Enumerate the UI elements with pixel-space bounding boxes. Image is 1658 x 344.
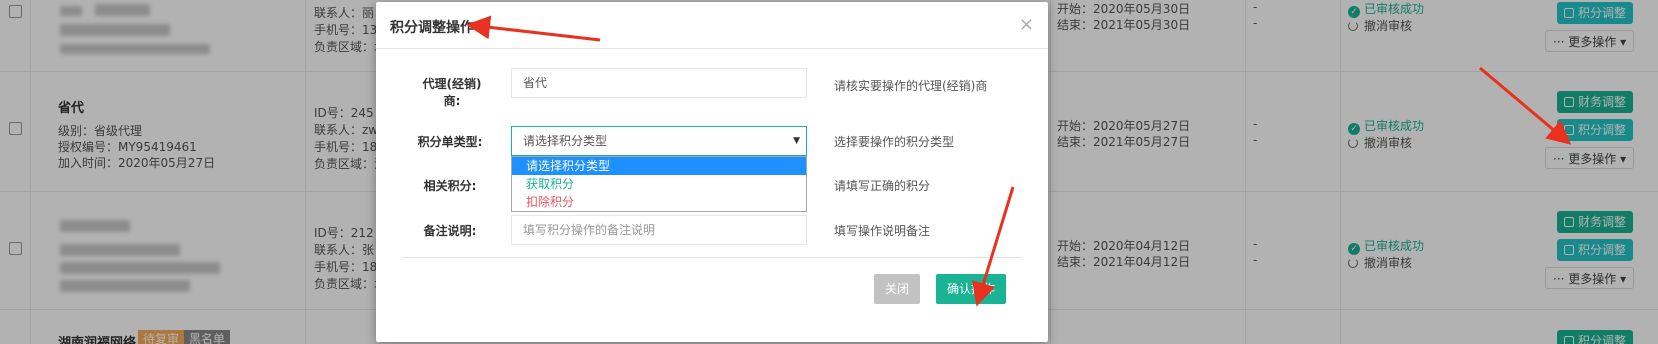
- type-help: 选择要操作的积分类型: [834, 135, 955, 149]
- points-adjust-modal: 积分调整操作 × 代理(经销)商: 省代 请核实要操作的代理(经销)商 积分单类…: [376, 2, 1048, 342]
- agent-label: 代理(经销)商:: [422, 77, 482, 108]
- remark-field[interactable]: 填写积分操作的备注说明: [511, 215, 807, 245]
- remark-help: 填写操作说明备注: [834, 224, 931, 238]
- type-label: 积分单类型:: [417, 135, 483, 149]
- option-select-type[interactable]: 请选择积分类型: [512, 157, 806, 175]
- select-value: 请选择积分类型: [523, 134, 608, 148]
- agent-field[interactable]: 省代: [511, 68, 807, 98]
- points-label: 相关积分:: [423, 179, 477, 193]
- close-icon[interactable]: ×: [1019, 14, 1034, 35]
- option-get-points[interactable]: 获取积分: [512, 175, 806, 193]
- points-type-dropdown: 请选择积分类型 获取积分 扣除积分: [511, 156, 807, 212]
- modal-title: 积分调整操作: [390, 20, 474, 36]
- caret-down-icon: ▼: [793, 136, 800, 146]
- close-button[interactable]: 关闭: [874, 274, 921, 304]
- points-help: 请填写正确的积分: [834, 179, 931, 193]
- points-type-select[interactable]: 请选择积分类型 ▼: [511, 126, 807, 156]
- modal-divider: [402, 257, 1022, 258]
- remark-label: 备注说明:: [423, 224, 477, 238]
- agent-help: 请核实要操作的代理(经销)商: [834, 79, 988, 93]
- modal-header: 积分调整操作 ×: [376, 2, 1048, 49]
- confirm-button[interactable]: 确认操作: [936, 274, 1007, 304]
- option-deduct-points[interactable]: 扣除积分: [512, 193, 806, 211]
